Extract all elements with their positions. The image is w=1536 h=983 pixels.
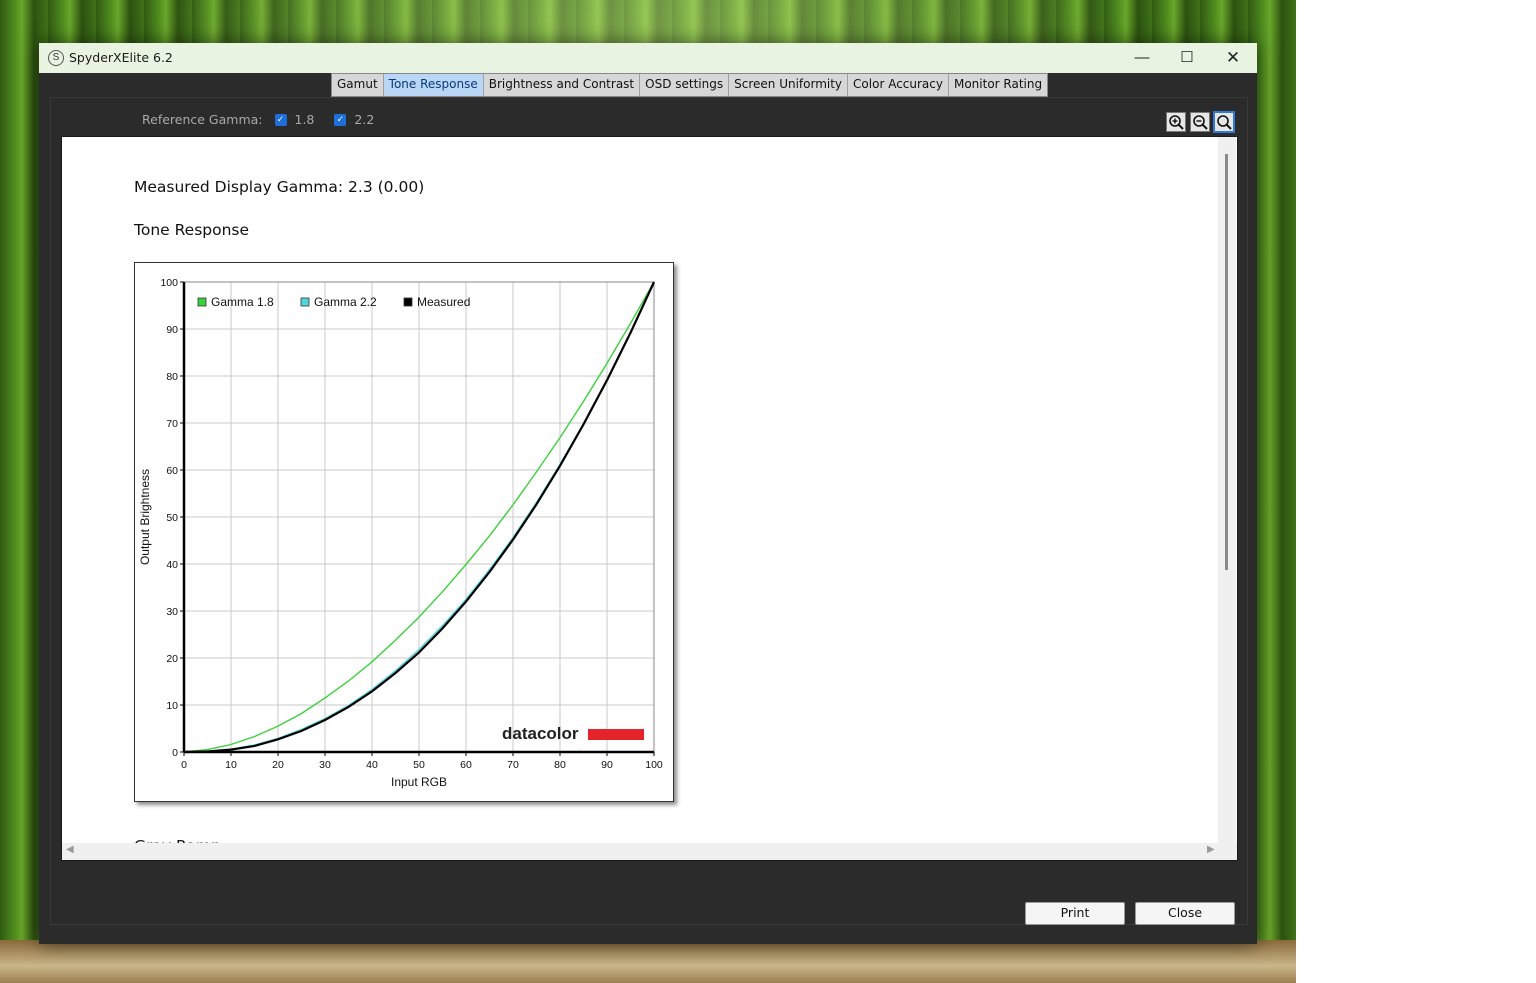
y-tick-label: 80	[166, 371, 178, 383]
zoom-out-icon	[1193, 115, 1208, 130]
vertical-scrollbar[interactable]	[1218, 137, 1236, 843]
app-icon: S	[48, 50, 64, 66]
datacolor-logo-bar	[588, 729, 644, 740]
print-button[interactable]: Print	[1025, 902, 1125, 925]
x-tick-label: 100	[645, 759, 663, 771]
vertical-scrollbar-thumb[interactable]	[1225, 154, 1228, 570]
zoom-fit-button[interactable]	[1213, 111, 1235, 133]
x-tick-label: 30	[319, 759, 331, 771]
x-tick-label: 80	[554, 759, 566, 771]
tone-response-chart: 0 10 20 30 40 50 60 70 80 90 100 0 10 20 30 40 50 60 70 80 9…	[134, 262, 674, 802]
close-window-button[interactable]: ✕	[1210, 43, 1256, 73]
y-tick-label: 90	[166, 324, 178, 336]
x-tick-label: 60	[460, 759, 472, 771]
y-tick-label: 70	[166, 418, 178, 430]
scroll-right-arrow-icon[interactable]: ▶	[1207, 844, 1215, 855]
tab-monitor-rating[interactable]: Monitor Rating	[949, 74, 1047, 96]
zoom-fit-icon	[1217, 115, 1232, 130]
legend-label: Measured	[417, 295, 470, 309]
tone-response-heading: Tone Response	[134, 221, 250, 239]
x-tick-label: 20	[272, 759, 284, 771]
gamma-1-8-label: 1.8	[294, 112, 315, 127]
legend-swatch	[197, 297, 207, 307]
minimize-button[interactable]: —	[1119, 43, 1165, 73]
x-tick-label: 40	[366, 759, 378, 771]
tone-response-chart-svg: 0 10 20 30 40 50 60 70 80 90 100 0 10 20 30 40 50 60 70 80 9…	[138, 277, 663, 789]
tab-bar: Gamut Tone Response Brightness and Contras…	[331, 73, 1049, 97]
legend-label: Gamma 1.8	[211, 295, 274, 309]
app-window: S SpyderXElite 6.2 — ☐ ✕ Gamut Tone Respo…	[39, 43, 1257, 944]
y-tick-label: 60	[166, 465, 178, 477]
x-tick-label: 90	[601, 759, 613, 771]
zoom-in-button[interactable]	[1166, 112, 1186, 132]
desktop-wallpaper-path	[0, 940, 1296, 983]
window-title: SpyderXElite 6.2	[69, 50, 173, 65]
legend-swatch	[300, 297, 310, 307]
gamma-2-2-label: 2.2	[354, 112, 375, 127]
y-tick-label: 40	[166, 559, 178, 571]
gamma-1-8-checkbox[interactable]: ✓ 1.8	[274, 112, 315, 127]
reference-gamma-label: Reference Gamma:	[142, 112, 263, 127]
reference-gamma-row: Reference Gamma: ✓ 1.8 ✓ 2.2	[142, 112, 374, 127]
y-axis-label: Output Brightness	[138, 469, 152, 565]
y-tick-label: 30	[166, 606, 178, 618]
y-tick-label: 50	[166, 512, 178, 524]
x-tick-label: 10	[225, 759, 237, 771]
gamma-2-2-checkbox[interactable]: ✓ 2.2	[334, 112, 374, 127]
legend-label: Gamma 2.2	[314, 295, 377, 309]
tab-brightness-and-contrast[interactable]: Brightness and Contrast	[484, 74, 641, 96]
y-tick-label: 20	[166, 653, 178, 665]
tab-color-accuracy[interactable]: Color Accuracy	[848, 74, 949, 96]
tab-osd-settings[interactable]: OSD settings	[640, 74, 730, 96]
tab-tone-response[interactable]: Tone Response	[383, 74, 484, 96]
close-button[interactable]: Close	[1135, 902, 1235, 925]
y-tick-label: 10	[166, 700, 178, 712]
y-tick-label: 100	[160, 277, 178, 289]
checkmark-icon: ✓	[334, 113, 347, 126]
datacolor-logo: datacolor	[502, 724, 579, 743]
x-tick-label: 70	[507, 759, 519, 771]
scroll-left-arrow-icon[interactable]: ◀	[66, 844, 74, 855]
tab-gamut[interactable]: Gamut	[332, 74, 384, 96]
x-tick-label: 50	[413, 759, 425, 771]
checkmark-icon: ✓	[274, 113, 287, 126]
x-axis-label: Input RGB	[391, 775, 447, 789]
zoom-out-button[interactable]	[1190, 112, 1210, 132]
report-view[interactable]: Measured Display Gamma: 2.3 (0.00) Tone …	[61, 136, 1238, 861]
maximize-button[interactable]: ☐	[1164, 43, 1210, 73]
x-tick-label: 0	[181, 759, 187, 771]
title-bar[interactable]: S SpyderXElite 6.2 — ☐ ✕	[39, 43, 1257, 73]
horizontal-scrollbar[interactable]: ◀ ▶	[62, 843, 1237, 860]
tab-screen-uniformity[interactable]: Screen Uniformity	[729, 74, 849, 96]
y-tick-label: 0	[172, 747, 178, 759]
legend-swatch	[403, 297, 413, 307]
measured-gamma-text: Measured Display Gamma: 2.3 (0.00)	[134, 178, 425, 196]
zoom-in-icon	[1169, 115, 1184, 130]
